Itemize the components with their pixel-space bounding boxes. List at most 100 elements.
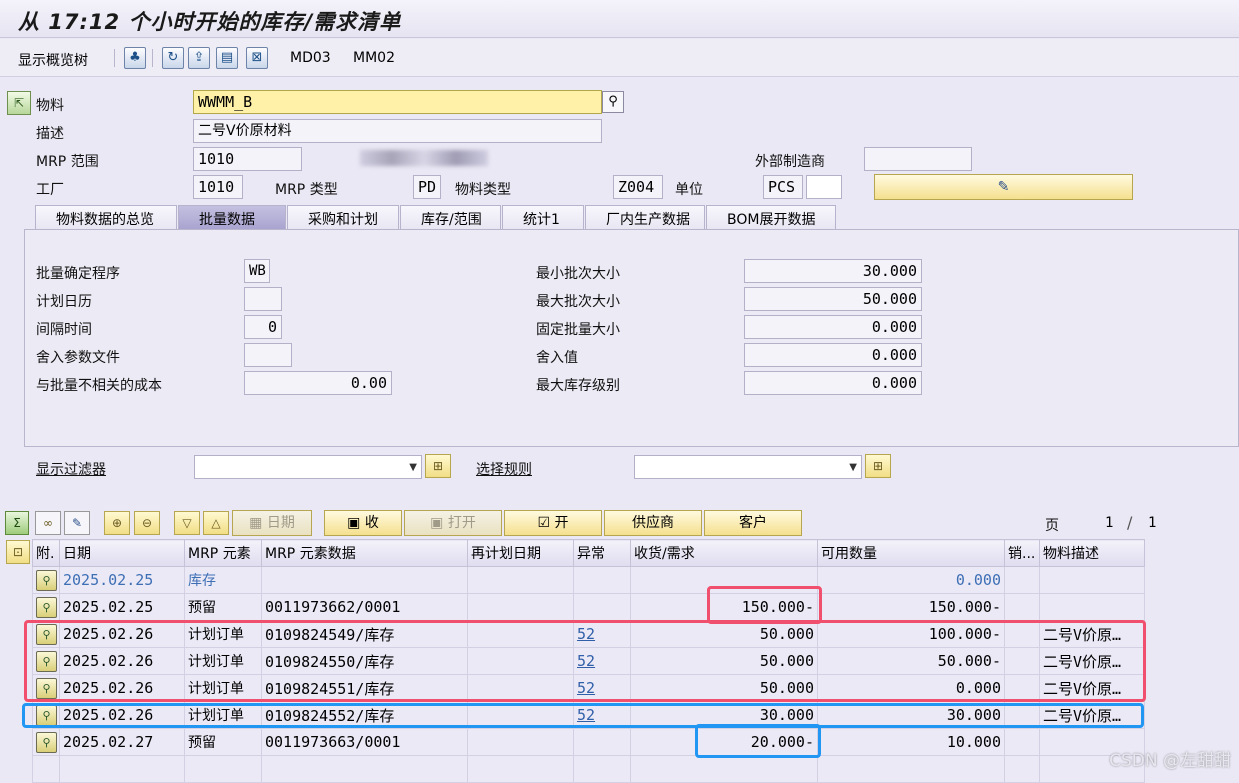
checklist-icon: ☑ bbox=[537, 515, 555, 531]
available-cell: 0.000 bbox=[817, 566, 1005, 594]
layout-icon[interactable]: ⊡ bbox=[6, 540, 30, 564]
rounding-value-field: 0.000 bbox=[744, 343, 922, 367]
filter-settings-icon[interactable]: ⊞ bbox=[425, 454, 451, 478]
column-header[interactable]: 再计划日期 bbox=[467, 539, 574, 567]
customer-button[interactable]: 客户 bbox=[704, 510, 802, 536]
date-cell: 2025.02.25 bbox=[59, 566, 185, 594]
available-cell: 10.000 bbox=[817, 728, 1005, 756]
sales-cell bbox=[1004, 566, 1040, 594]
receipt-button[interactable]: ▣ 收 bbox=[324, 510, 402, 536]
mrp-element-cell: 预留 bbox=[184, 593, 262, 621]
mm02-button[interactable]: MM02 bbox=[353, 50, 395, 66]
open-button[interactable]: ☑ 开 bbox=[504, 510, 602, 536]
min-lot-size-label: 最小批次大小 bbox=[536, 266, 620, 282]
magnifier-icon[interactable]: ⚲ bbox=[36, 569, 57, 591]
column-header[interactable]: 销... bbox=[1004, 539, 1040, 567]
filter-down-icon[interactable]: ▽ bbox=[174, 511, 200, 535]
search-icon[interactable]: ⚲ bbox=[602, 91, 624, 113]
material-type-field: Z004 bbox=[613, 175, 663, 199]
interval-time-label: 间隔时间 bbox=[36, 322, 92, 338]
tab-overview[interactable]: 物料数据的总览 bbox=[35, 205, 177, 229]
lot-sizing-procedure-label: 批量确定程序 bbox=[36, 266, 120, 282]
available-cell: 150.000- bbox=[817, 593, 1005, 621]
material-input[interactable]: WWMM_B bbox=[193, 90, 602, 114]
filter-up-icon[interactable]: △ bbox=[203, 511, 229, 535]
column-header[interactable]: 异常 bbox=[573, 539, 631, 567]
expand-hierarchy-icon[interactable]: ⊕ bbox=[104, 511, 130, 535]
annotation-red-box-rows bbox=[24, 620, 1146, 702]
sales-cell bbox=[1004, 593, 1040, 621]
rounding-value-label: 舍入值 bbox=[536, 350, 578, 366]
table-row[interactable]: ⚲ 2025.02.25 库存 0.000 bbox=[32, 566, 1145, 594]
column-header[interactable]: MRP 元素 bbox=[184, 539, 262, 567]
toolbar-separator bbox=[114, 49, 115, 67]
chevron-down-icon: ▼ bbox=[849, 462, 857, 473]
mrp-data-cell: 0011973662/0001 bbox=[261, 593, 468, 621]
show-overview-tree-button[interactable]: 显示概览树 bbox=[18, 50, 88, 70]
tab-lot-data[interactable]: 批量数据 bbox=[178, 205, 286, 229]
magnifier-icon[interactable]: ⚲ bbox=[36, 731, 57, 753]
exception-cell bbox=[573, 593, 631, 621]
tab-bom-explosion[interactable]: BOM展开数据 bbox=[706, 205, 836, 229]
planning-calendar-label: 计划日历 bbox=[36, 294, 92, 310]
max-stock-level-field: 0.000 bbox=[744, 371, 922, 395]
reschedule-cell bbox=[467, 566, 574, 594]
calendar-icon: ▣ bbox=[347, 515, 365, 531]
hierarchy-icon[interactable]: ♣ bbox=[124, 47, 146, 69]
row-detail-cell[interactable]: ⚲ bbox=[32, 728, 60, 756]
column-header[interactable]: 物料描述 bbox=[1039, 539, 1145, 567]
column-header[interactable]: 日期 bbox=[59, 539, 185, 567]
plant-field: 1010 bbox=[193, 175, 243, 199]
edit-material-button[interactable]: ✎ bbox=[874, 174, 1133, 200]
select-rule-label[interactable]: 选择规则 bbox=[476, 459, 532, 479]
external-manufacturer-label: 外部制造商 bbox=[755, 154, 825, 170]
open-button-disabled[interactable]: ▣ 打开 bbox=[404, 510, 502, 536]
tab-statistics[interactable]: 统计1 bbox=[502, 205, 584, 229]
column-header[interactable]: 附. bbox=[32, 539, 60, 567]
annotation-blue-box-row bbox=[22, 703, 1144, 728]
page-label: 页 bbox=[1045, 518, 1059, 534]
glasses-icon[interactable]: ∞ bbox=[35, 511, 61, 535]
rule-settings-icon[interactable]: ⊞ bbox=[865, 454, 891, 478]
md03-button[interactable]: MD03 bbox=[290, 50, 331, 66]
tab-procurement-planning[interactable]: 采购和计划 bbox=[287, 205, 399, 229]
tab-inhouse-production[interactable]: 厂内生产数据 bbox=[585, 205, 705, 229]
mrp-type-field: PD bbox=[413, 175, 441, 199]
select-rule-dropdown[interactable]: ▼ bbox=[634, 455, 862, 479]
collapse-header-icon[interactable]: ⇱ bbox=[7, 91, 31, 115]
transport-icon[interactable]: ⊠ bbox=[246, 47, 268, 69]
date-icon: ▦ bbox=[249, 515, 267, 531]
display-filter-dropdown[interactable]: ▼ bbox=[194, 455, 422, 479]
column-header[interactable]: MRP 元素数据 bbox=[261, 539, 468, 567]
reschedule-cell bbox=[467, 593, 574, 621]
date-cell: 2025.02.27 bbox=[59, 728, 185, 756]
max-lot-size-field: 50.000 bbox=[744, 287, 922, 311]
column-header[interactable]: 收货/需求 bbox=[630, 539, 818, 567]
mrp-data-cell: 0011973663/0001 bbox=[261, 728, 468, 756]
fixed-lot-size-field: 0.000 bbox=[744, 315, 922, 339]
external-manufacturer-field bbox=[864, 147, 972, 171]
column-header[interactable]: 可用数量 bbox=[817, 539, 1005, 567]
refresh-up-icon[interactable]: ⇪ bbox=[188, 47, 210, 69]
tab-stock-range[interactable]: 库存/范围 bbox=[400, 205, 501, 229]
collapse-hierarchy-icon[interactable]: ⊖ bbox=[134, 511, 160, 535]
display-filter-label[interactable]: 显示过滤器 bbox=[36, 459, 106, 479]
annotation-blue-box-qty bbox=[695, 724, 821, 758]
pencil-icon[interactable]: ✎ bbox=[64, 511, 90, 535]
interval-time-field: 0 bbox=[244, 315, 282, 339]
row-detail-cell[interactable]: ⚲ bbox=[32, 566, 60, 594]
sales-cell bbox=[1004, 728, 1040, 756]
document-icon[interactable]: ▤ bbox=[216, 47, 238, 69]
sum-icon[interactable]: Σ bbox=[5, 511, 29, 535]
mrp-data-cell bbox=[261, 566, 468, 594]
table-row-empty bbox=[32, 755, 1145, 783]
mrp-element-cell: 预留 bbox=[184, 728, 262, 756]
vendor-button[interactable]: 供应商 bbox=[604, 510, 702, 536]
magnifier-icon[interactable]: ⚲ bbox=[36, 596, 57, 618]
row-detail-cell[interactable]: ⚲ bbox=[32, 593, 60, 621]
table-row[interactable]: ⚲ 2025.02.27 预留 0011973663/0001 20.000- … bbox=[32, 728, 1145, 756]
date-button[interactable]: ▦ 日期 bbox=[232, 510, 312, 536]
refresh-icon[interactable]: ↻ bbox=[162, 47, 184, 69]
table-row[interactable]: ⚲ 2025.02.25 预留 0011973662/0001 150.000-… bbox=[32, 593, 1145, 621]
edit-icon: ✎ bbox=[997, 179, 1010, 195]
